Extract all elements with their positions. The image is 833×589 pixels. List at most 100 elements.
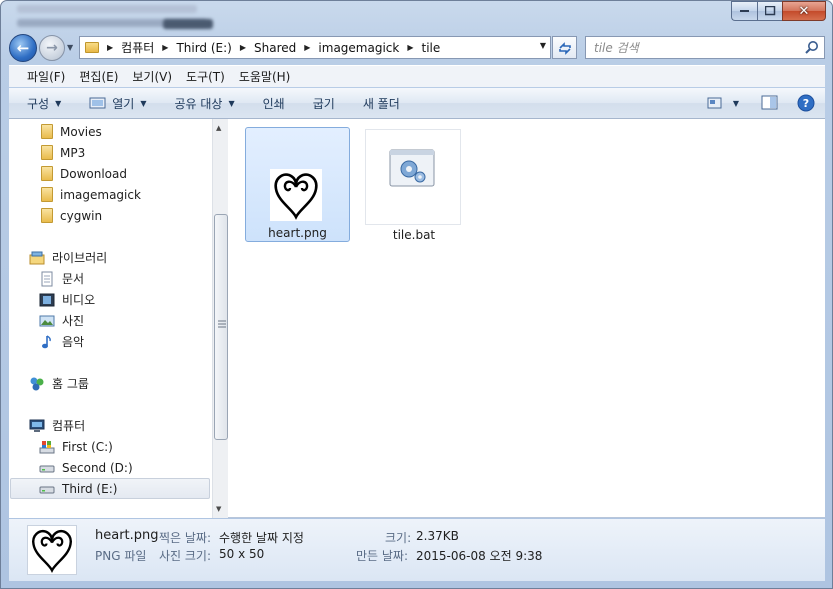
crumb-shared[interactable]: Shared xyxy=(254,41,296,55)
search-input[interactable] xyxy=(594,40,794,55)
recent-pages-dropdown[interactable]: ▼ xyxy=(67,43,77,53)
tree-label: Movies xyxy=(60,124,102,139)
navigation-scrollbar[interactable]: ▲ ▼ xyxy=(212,119,228,518)
menu-help[interactable]: 도움말(H) xyxy=(239,68,291,85)
burn-label: 굽기 xyxy=(312,96,335,111)
tree-item-libraries[interactable]: 라이브러리 xyxy=(29,247,107,268)
tree-item-homegroup[interactable]: 홈 그룹 xyxy=(29,373,89,394)
search-icon[interactable] xyxy=(805,40,819,54)
folder-icon xyxy=(41,124,53,139)
new-folder-label: 새 폴더 xyxy=(362,96,400,111)
menu-tools[interactable]: 도구(T) xyxy=(186,68,225,85)
menu-view[interactable]: 보기(V) xyxy=(132,68,172,85)
tree-item-dowonload[interactable]: Dowonload xyxy=(39,163,127,184)
tree-label: 라이브러리 xyxy=(52,251,108,265)
chevron-right-icon[interactable]: ▶ xyxy=(162,43,168,52)
tree-item-drive-c[interactable]: First (C:) xyxy=(39,436,113,457)
organize-label: 구성 xyxy=(27,96,50,111)
picture-icon xyxy=(39,315,55,326)
created-label: 만든 날짜: xyxy=(356,549,409,563)
back-button[interactable]: ← xyxy=(9,34,37,62)
menu-bar: 파일(F) 편집(E) 보기(V) 도구(T) 도움말(H) xyxy=(9,65,825,87)
tree-label: Third (E:) xyxy=(62,481,118,496)
tree-item-music[interactable]: 음악 xyxy=(39,331,84,352)
tree-label: First (C:) xyxy=(62,439,113,454)
new-folder-button[interactable]: 새 폴더 xyxy=(363,95,400,112)
date-taken-label: 찍은 날짜: xyxy=(159,531,212,545)
chevron-right-icon[interactable]: ▶ xyxy=(107,43,113,52)
tree-label: MP3 xyxy=(60,145,86,160)
chevron-down-icon: ▼ xyxy=(55,98,62,108)
minimize-icon xyxy=(739,10,749,12)
preview-pane-icon[interactable] xyxy=(761,95,779,111)
address-bar[interactable]: ▶ 컴퓨터 ▶ Third (E:) ▶ Shared ▶ imagemagic… xyxy=(79,36,551,59)
tree-label: Dowonload xyxy=(60,166,127,181)
tree-item-mp3[interactable]: MP3 xyxy=(39,142,85,163)
burn-button[interactable]: 굽기 xyxy=(313,95,335,112)
explorer-window: ✕ ← → ▼ ▶ 컴퓨터 ▶ Third (E:) ▶ Shared ▶ im… xyxy=(0,0,833,589)
tree-label: imagemagick xyxy=(60,187,141,202)
menu-file[interactable]: 파일(F) xyxy=(27,68,65,85)
dimensions-label: 사진 크기: xyxy=(159,549,212,563)
arrow-right-icon: → xyxy=(46,40,58,56)
view-dropdown-icon[interactable]: ▼ xyxy=(733,99,739,108)
folder-icon xyxy=(41,187,53,202)
folder-icon xyxy=(41,208,53,223)
print-label: 인쇄 xyxy=(262,96,285,111)
tree-label: cygwin xyxy=(60,208,103,223)
crumb-imagemagick[interactable]: imagemagick xyxy=(318,41,399,55)
tree-item-cygwin[interactable]: cygwin xyxy=(39,205,102,226)
menu-edit[interactable]: 편집(E) xyxy=(79,68,118,85)
tree-label: 홈 그룹 xyxy=(52,377,89,391)
caption-buttons: ✕ xyxy=(731,1,826,21)
music-icon xyxy=(42,334,51,348)
scroll-thumb[interactable] xyxy=(214,214,228,440)
tree-item-drive-e[interactable]: Third (E:) xyxy=(10,478,210,499)
tree-item-drive-d[interactable]: Second (D:) xyxy=(39,457,133,478)
open-button[interactable]: 열기 ▼ xyxy=(89,95,147,112)
share-button[interactable]: 공유 대상 ▼ xyxy=(175,95,235,112)
command-bar: 구성 ▼ 열기 ▼ 공유 대상 ▼ 인쇄 굽기 새 폴더 ▼ ? xyxy=(9,88,825,119)
minimize-button[interactable] xyxy=(731,1,757,21)
print-button[interactable]: 인쇄 xyxy=(263,95,285,112)
size-label: 크기: xyxy=(385,531,412,545)
refresh-button[interactable] xyxy=(552,36,577,59)
content-area: Movies MP3 Dowonload imagemagick cygwin xyxy=(9,119,825,518)
tree-label: 문서 xyxy=(62,272,85,286)
chevron-right-icon[interactable]: ▶ xyxy=(240,43,246,52)
refresh-icon xyxy=(558,41,571,55)
chevron-right-icon[interactable]: ▶ xyxy=(304,43,310,52)
tree-item-movies[interactable]: Movies xyxy=(39,121,102,142)
open-with-icon xyxy=(89,97,106,109)
search-box[interactable] xyxy=(585,36,825,59)
crumb-tile[interactable]: tile xyxy=(422,41,441,55)
help-icon[interactable]: ? xyxy=(797,94,815,112)
file-item-heart[interactable]: heart.png xyxy=(245,127,350,242)
share-label: 공유 대상 xyxy=(174,96,223,111)
tree-item-pictures[interactable]: 사진 xyxy=(39,310,84,331)
tree-label: 사진 xyxy=(62,314,85,328)
svg-text:?: ? xyxy=(803,97,809,110)
address-dropdown-icon[interactable]: ▼ xyxy=(540,41,546,50)
maximize-button[interactable] xyxy=(757,1,782,21)
file-item-tile-bat[interactable]: tile.bat xyxy=(365,129,461,242)
tree-item-videos[interactable]: 비디오 xyxy=(39,289,95,310)
tree-item-imagemagick[interactable]: imagemagick xyxy=(39,184,141,205)
scroll-up-icon[interactable]: ▲ xyxy=(216,124,221,132)
crumb-third-drive[interactable]: Third (E:) xyxy=(176,41,231,55)
system-drive-icon xyxy=(39,440,55,453)
forward-button[interactable]: → xyxy=(39,35,65,61)
change-view-icon[interactable] xyxy=(707,96,723,110)
scroll-down-icon[interactable]: ▼ xyxy=(216,505,221,513)
date-taken-value[interactable]: 수행한 날짜 지정 xyxy=(219,529,304,546)
tree-item-documents[interactable]: 문서 xyxy=(39,268,84,289)
video-icon xyxy=(39,293,55,306)
organize-button[interactable]: 구성 ▼ xyxy=(27,95,61,112)
tree-item-computer[interactable]: 컴퓨터 xyxy=(29,415,85,436)
chevron-right-icon[interactable]: ▶ xyxy=(407,43,413,52)
heart-icon xyxy=(32,529,72,573)
close-button[interactable]: ✕ xyxy=(782,1,826,21)
crumb-computer[interactable]: 컴퓨터 xyxy=(121,39,154,56)
heart-thumbnail xyxy=(270,169,322,221)
hard-drive-icon xyxy=(39,486,55,493)
